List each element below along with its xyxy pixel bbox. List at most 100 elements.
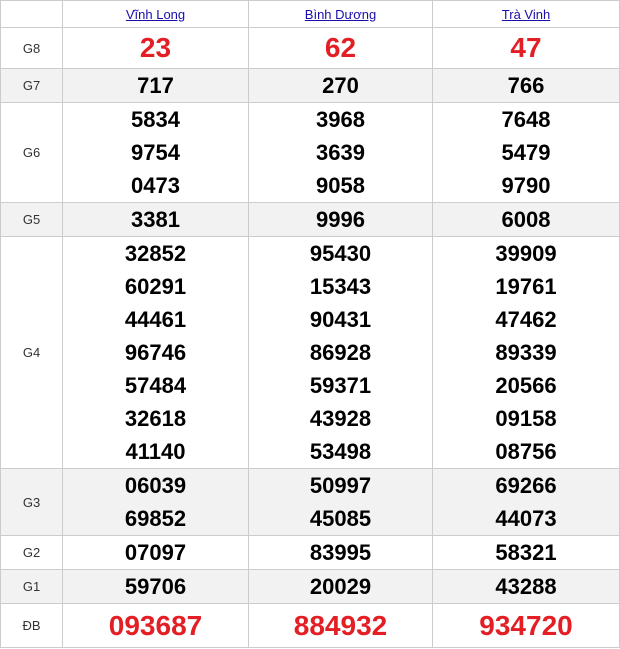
prize-number: 45085 [309, 506, 372, 531]
prize-number: 7648 [501, 107, 551, 132]
prize-row-g1: G1 59706 20029 43288 [0, 569, 620, 604]
prize-number: 44461 [124, 307, 187, 332]
prize-number: 15343 [309, 274, 372, 299]
prize-cell: 39909 19761 47462 89339 20566 09158 08756 [432, 236, 620, 469]
prize-number: 934720 [479, 610, 573, 641]
prize-number: 3968 [316, 107, 365, 132]
prize-number: 9996 [316, 207, 365, 232]
prize-number: 717 [137, 73, 174, 98]
prize-number: 89339 [495, 340, 557, 365]
prize-number: 69266 [495, 473, 557, 498]
prize-cell: 32852 60291 44461 96746 57484 32618 41140 [62, 236, 249, 469]
prize-number: 50997 [309, 473, 372, 498]
prize-row-g3: G3 06039 69852 50997 45085 69266 44073 [0, 468, 620, 536]
prize-number: 06039 [124, 473, 187, 498]
prize-row-g2: G2 07097 83995 58321 [0, 535, 620, 570]
prize-number: 60291 [124, 274, 187, 299]
province-header: Trà Vinh [432, 0, 620, 28]
prize-number: 20566 [495, 373, 557, 398]
province-link-tra-vinh[interactable]: Trà Vinh [502, 7, 550, 22]
prize-number: 07097 [124, 540, 187, 565]
prize-cell: 59706 [62, 569, 249, 604]
prize-number: 53498 [309, 439, 372, 464]
corner-cell [0, 0, 63, 28]
prize-cell: 3968 3639 9058 [248, 102, 433, 203]
province-link-binh-duong[interactable]: Bình Dương [305, 7, 376, 22]
prize-number: 43928 [309, 406, 372, 431]
prize-cell: 62 [248, 27, 433, 69]
province-link-vinh-long[interactable]: Vĩnh Long [126, 7, 185, 22]
prize-number: 43288 [495, 574, 557, 599]
prize-number: 83995 [309, 540, 372, 565]
prize-number: 0473 [131, 173, 180, 198]
prize-number: 3381 [131, 207, 180, 232]
prize-cell: 23 [62, 27, 249, 69]
prize-number: 6008 [501, 207, 551, 232]
prize-number: 32618 [124, 406, 187, 431]
prize-cell: 43288 [432, 569, 620, 604]
prize-cell: 766 [432, 68, 620, 103]
prize-number: 47 [510, 32, 542, 63]
prize-label: G3 [0, 468, 63, 536]
prize-number: 32852 [124, 241, 187, 266]
prize-cell: 270 [248, 68, 433, 103]
prize-cell: 69266 44073 [432, 468, 620, 536]
prize-number: 47462 [495, 307, 557, 332]
prize-label: G6 [0, 102, 63, 203]
prize-number: 5834 [131, 107, 180, 132]
prize-cell: 20029 [248, 569, 433, 604]
prize-number: 23 [139, 32, 172, 63]
prize-cell: 884932 [248, 603, 433, 648]
prize-cell: 934720 [432, 603, 620, 648]
prize-label: ĐB [0, 603, 63, 648]
prize-label: G5 [0, 202, 63, 237]
prize-cell: 95430 15343 90431 86928 59371 43928 53498 [248, 236, 433, 469]
prize-number: 9754 [131, 140, 180, 165]
prize-cell: 47 [432, 27, 620, 69]
prize-cell: 07097 [62, 535, 249, 570]
province-header: Vĩnh Long [62, 0, 249, 28]
prize-row-g8: G8 23 62 47 [0, 27, 620, 69]
prize-number: 59706 [124, 574, 187, 599]
prize-number: 57484 [124, 373, 187, 398]
lottery-results-table: Vĩnh Long Bình Dương Trà Vinh G8 23 62 47 G… [0, 0, 620, 648]
prize-number: 69852 [124, 506, 187, 531]
prize-number: 90431 [309, 307, 372, 332]
prize-cell: 50997 45085 [248, 468, 433, 536]
prize-row-g7: G7 717 270 766 [0, 68, 620, 103]
prize-label: G7 [0, 68, 63, 103]
prize-number: 20029 [309, 574, 372, 599]
prize-cell: 06039 69852 [62, 468, 249, 536]
prize-number: 766 [507, 73, 545, 98]
prize-number: 39909 [495, 241, 557, 266]
prize-row-g4: G4 32852 60291 44461 96746 57484 32618 41140 954… [0, 236, 620, 469]
prize-cell: 7648 5479 9790 [432, 102, 620, 203]
prize-number: 58321 [495, 540, 557, 565]
prize-row-g6: G6 5834 9754 0473 3968 3639 9058 7648 5479 9790 [0, 102, 620, 203]
prize-cell: 83995 [248, 535, 433, 570]
prize-number: 884932 [293, 610, 388, 641]
prize-label: G4 [0, 236, 63, 469]
prize-number: 093687 [108, 610, 203, 641]
prize-number: 09158 [495, 406, 557, 431]
prize-number: 9790 [501, 173, 551, 198]
prize-label: G1 [0, 569, 63, 604]
prize-number: 62 [324, 32, 357, 63]
prize-cell: 5834 9754 0473 [62, 102, 249, 203]
prize-label: G2 [0, 535, 63, 570]
prize-number: 86928 [309, 340, 372, 365]
prize-number: 95430 [309, 241, 372, 266]
prize-cell: 58321 [432, 535, 620, 570]
prize-label: G8 [0, 27, 63, 69]
prize-number: 96746 [124, 340, 187, 365]
prize-row-db: ĐB 093687 884932 934720 [0, 603, 620, 648]
prize-cell: 093687 [62, 603, 249, 648]
prize-number: 41140 [125, 439, 186, 464]
prize-number: 9058 [316, 173, 365, 198]
prize-number: 59371 [309, 373, 372, 398]
prize-cell: 6008 [432, 202, 620, 237]
prize-number: 44073 [495, 506, 557, 531]
prize-cell: 717 [62, 68, 249, 103]
prize-number: 19761 [495, 274, 557, 299]
province-header-row: Vĩnh Long Bình Dương Trà Vinh [0, 0, 620, 28]
